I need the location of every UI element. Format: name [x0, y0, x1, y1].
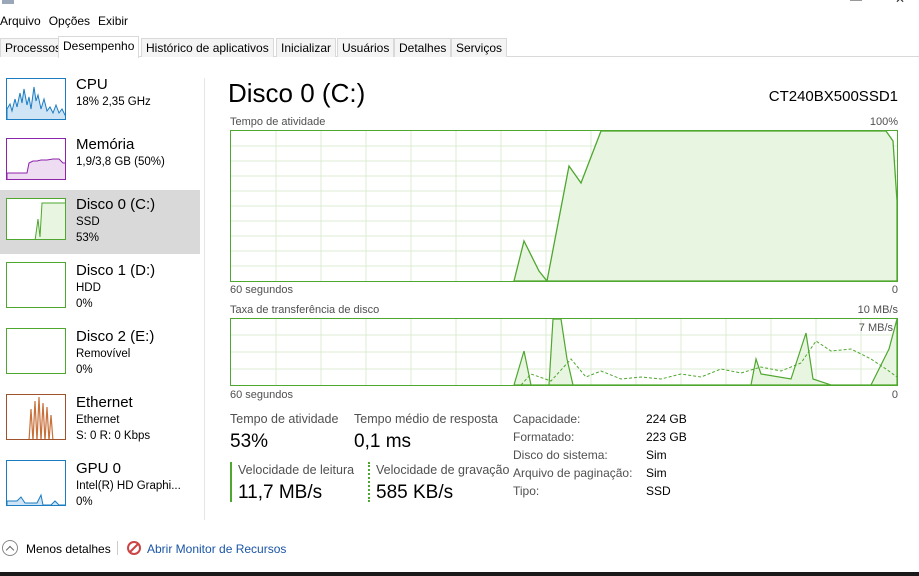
info-label-system-disk: Disco do sistema: — [513, 448, 608, 462]
sidebar-item-memoria[interactable]: Memória 1,9/3,8 GB (50%) — [0, 130, 200, 194]
sidebar-item-disco1[interactable]: Disco 1 (D:) HDD 0% — [0, 256, 200, 320]
response-time-stat-value: 0,1 ms — [354, 431, 412, 452]
read-speed-label: Velocidade de leitura — [238, 463, 355, 477]
gpu-thumbnail — [6, 460, 66, 506]
info-label-formatted: Formatado: — [513, 430, 575, 444]
active-time-graph-label: Tempo de atividade — [230, 116, 326, 128]
tab-servicos[interactable]: Serviços — [451, 38, 508, 57]
footer-divider — [117, 541, 118, 555]
info-value-system-disk: Sim — [646, 448, 667, 462]
sidebar-item-ethernet[interactable]: Ethernet Ethernet S: 0 R: 0 Kbps — [0, 388, 200, 452]
tab-detalhes[interactable]: Detalhes — [394, 38, 452, 57]
sidebar-item-detail: 1,9/3,8 GB (50%) — [76, 156, 165, 168]
minimize-icon[interactable]: — — [850, 0, 862, 6]
ethernet-thumbnail — [6, 394, 66, 440]
sidebar-item-name: GPU 0 — [76, 460, 122, 477]
disk1-thumbnail — [6, 262, 66, 308]
sidebar-item-detail: 18% 2,35 GHz — [76, 96, 151, 108]
close-icon[interactable]: ✕ — [895, 0, 905, 6]
sidebar-item-detail: HDD — [76, 282, 101, 294]
sidebar-item-name: Ethernet — [76, 394, 133, 411]
memory-thumbnail — [6, 138, 66, 180]
tab-processos[interactable]: Processos — [0, 38, 67, 57]
sidebar-item-usage: 0% — [76, 298, 93, 310]
menu-arquivo[interactable]: Arquivo — [0, 12, 49, 30]
open-resource-monitor-link[interactable]: Abrir Monitor de Recursos — [147, 542, 286, 556]
transfer-graph-label: Taxa de transferência de disco — [230, 304, 380, 316]
active-time-max-label: 100% — [869, 116, 898, 128]
menu-exibir[interactable]: Exibir — [98, 12, 136, 30]
info-value-page-file: Sim — [646, 466, 667, 480]
info-value-capacity: 224 GB — [646, 412, 687, 426]
sidebar-item-name: Disco 0 (C:) — [76, 196, 156, 213]
transfer-inner-scale: 7 MB/s — [858, 322, 893, 334]
sidebar-divider — [204, 78, 205, 520]
sidebar-item-usage: 0% — [76, 364, 93, 376]
transfer-max-label: 10 MB/s — [857, 304, 898, 316]
tab-usuarios[interactable]: Usuários — [337, 38, 395, 57]
write-speed-value: 585 KB/s — [376, 482, 454, 503]
menu-opcoes[interactable]: Opções — [49, 12, 98, 30]
active-time-span-label: 60 segundos — [230, 284, 293, 296]
less-details-button[interactable]: Menos detalhes — [26, 542, 111, 556]
read-speed-indicator — [230, 462, 232, 502]
menu-bar: Arquivo Opções Exibir — [0, 12, 136, 30]
sidebar-item-detail: SSD — [76, 216, 100, 228]
info-label-page-file: Arquivo de paginação: — [513, 466, 633, 480]
tab-strip: Processos Desempenho Histórico de aplica… — [0, 36, 919, 58]
tab-inicializar[interactable]: Inicializar — [276, 38, 337, 57]
sidebar-item-disco2[interactable]: Disco 2 (E:) Removível 0% — [0, 322, 200, 386]
sidebar-item-name: CPU — [76, 76, 108, 93]
page-title: Disco 0 (C:) — [228, 78, 366, 108]
write-speed-indicator — [368, 462, 370, 502]
sidebar-item-cpu[interactable]: CPU 18% 2,35 GHz — [0, 70, 200, 134]
sidebar-item-name: Disco 2 (E:) — [76, 328, 155, 345]
tab-desempenho[interactable]: Desempenho — [58, 36, 140, 58]
taskbar-edge — [0, 572, 919, 576]
disk2-thumbnail — [6, 328, 66, 374]
chevron-up-icon[interactable] — [2, 540, 18, 556]
cpu-thumbnail — [6, 78, 66, 120]
sidebar-item-detail: Intel(R) HD Graphi... — [76, 480, 181, 492]
task-manager-icon — [2, 0, 14, 4]
active-time-graph — [230, 130, 898, 282]
active-time-zero-label: 0 — [891, 284, 898, 296]
disk-model: CT240BX500SSD1 — [768, 88, 898, 105]
sidebar-item-gpu0[interactable]: GPU 0 Intel(R) HD Graphi... 0% — [0, 454, 200, 518]
active-time-stat-value: 53% — [230, 431, 269, 452]
read-speed-value: 11,7 MB/s — [238, 482, 323, 503]
sidebar-item-detail: Ethernet — [76, 414, 120, 426]
sidebar-item-disco0[interactable]: Disco 0 (C:) SSD 53% — [0, 190, 200, 254]
info-label-capacity: Capacidade: — [513, 412, 581, 426]
tab-historico[interactable]: Histórico de aplicativos — [141, 38, 274, 57]
title-bar: — ✕ — [0, 0, 919, 8]
footer-bar: Menos detalhes Abrir Monitor de Recursos — [0, 538, 919, 560]
response-time-stat-label: Tempo médio de resposta — [354, 412, 498, 426]
sidebar-item-name: Disco 1 (D:) — [76, 262, 156, 279]
info-value-type: SSD — [646, 484, 671, 498]
info-value-formatted: 223 GB — [646, 430, 687, 444]
sidebar-item-usage: 0% — [76, 496, 93, 508]
write-speed-label: Velocidade de gravação — [376, 463, 510, 477]
sidebar-item-name: Memória — [76, 136, 135, 153]
sidebar-item-usage: 53% — [76, 232, 100, 244]
resource-monitor-icon[interactable] — [127, 541, 141, 555]
transfer-span-label: 60 segundos — [230, 389, 293, 401]
sidebar-item-usage: S: 0 R: 0 Kbps — [76, 430, 151, 442]
transfer-rate-graph: 7 MB/s — [230, 318, 898, 386]
transfer-zero-label: 0 — [891, 389, 898, 401]
info-label-type: Tipo: — [513, 484, 540, 498]
active-time-stat-label: Tempo de atividade — [230, 412, 339, 426]
disk0-thumbnail — [6, 198, 66, 240]
sidebar-item-detail: Removível — [76, 348, 131, 360]
